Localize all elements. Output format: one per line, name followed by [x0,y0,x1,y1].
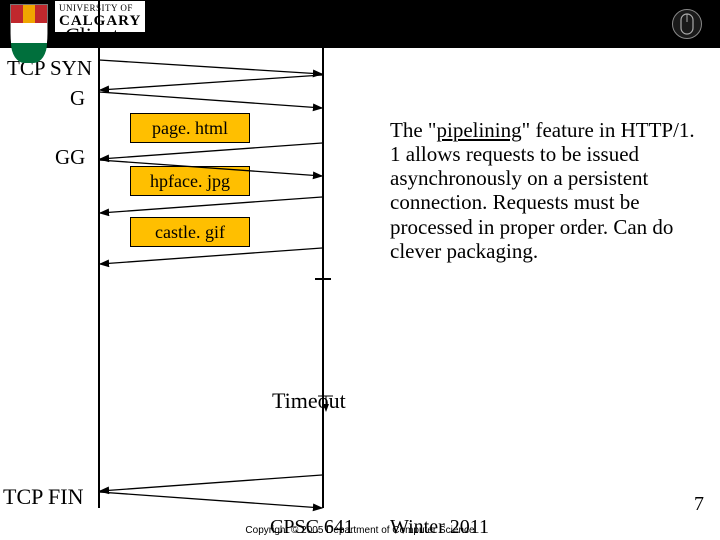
university-crest [10,4,48,62]
doc-box-2: hpface. jpg [130,166,250,196]
timeout-tick [315,278,331,280]
mouse-icon [672,9,702,39]
copyright-footer: Copyright © 2005 Department of Computer … [0,525,720,536]
message-arrows [0,0,720,540]
logo-top-text: UNIVERSITY OF [59,3,141,13]
desc-pre: The " [390,118,436,142]
gg-label: GG [55,145,85,170]
description-text: The "pipelining" feature in HTTP/1. 1 al… [390,118,705,263]
tcp-syn-label: TCP SYN [0,56,92,81]
timeout-label: Timeout [272,388,346,414]
g-label: G [70,86,85,111]
tcp-fin-label: TCP FIN [3,484,83,510]
server-timeline [322,0,324,508]
client-label: Client [65,23,119,49]
server-label: Server [264,22,321,48]
doc-box-3: castle. gif [130,217,250,247]
doc-box-1: page. html [130,113,250,143]
client-timeline [98,0,100,508]
page-number: 7 [694,493,704,516]
desc-pipelining: pipelining [436,118,521,142]
